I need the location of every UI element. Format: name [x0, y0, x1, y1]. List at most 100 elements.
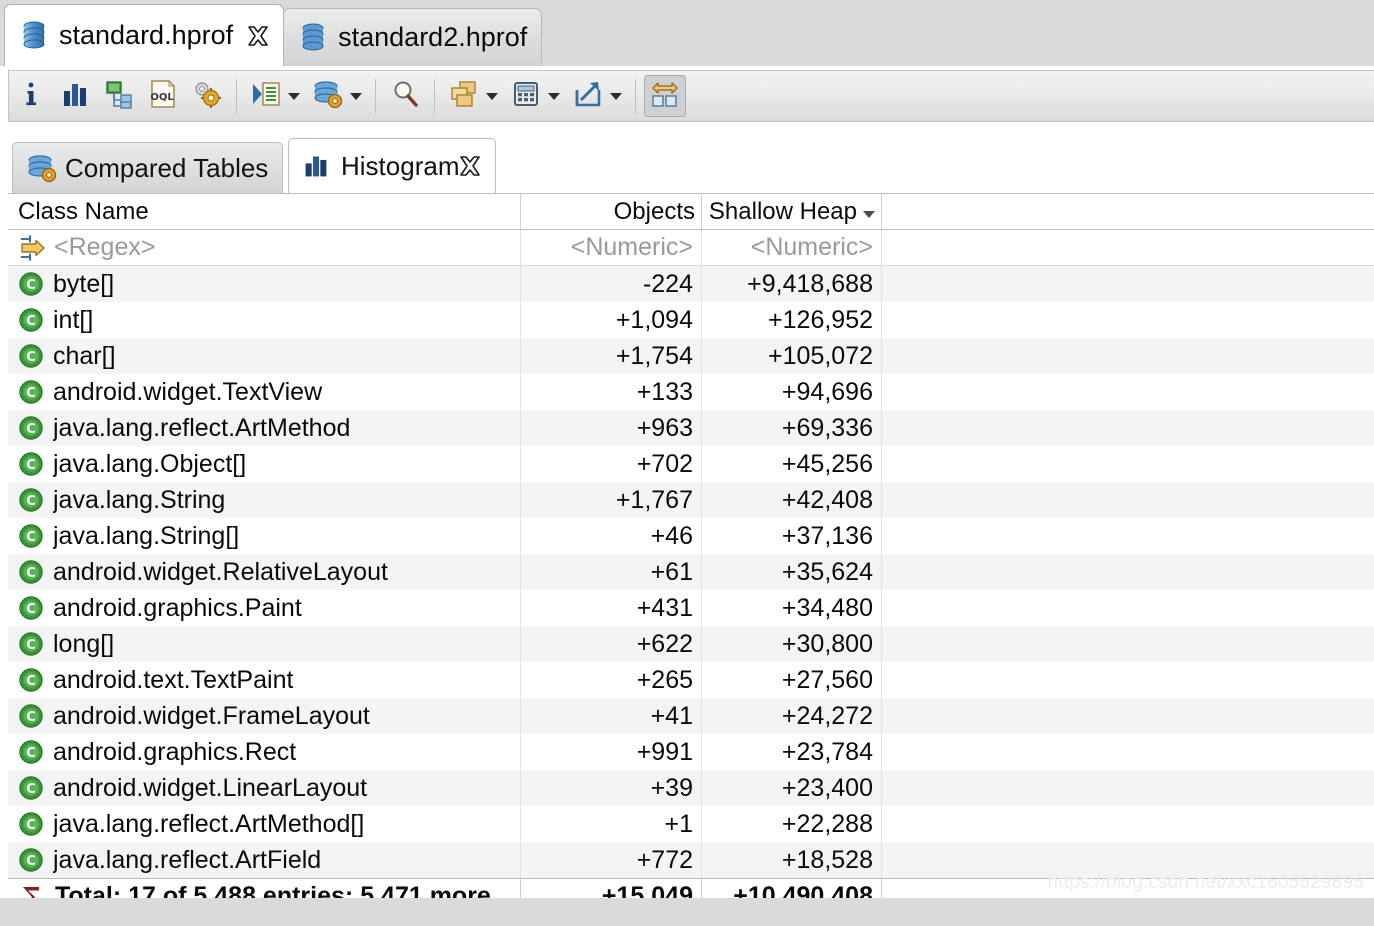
group-by-icon [449, 79, 479, 114]
cell-class-name: Candroid.graphics.Rect [8, 734, 521, 770]
cell-class-name: Candroid.widget.RelativeLayout [8, 554, 521, 590]
column-header-shallow-heap[interactable]: Shallow Heap [702, 194, 882, 229]
table-row[interactable]: Candroid.graphics.Rect +991 +23,784 [8, 734, 1374, 770]
table-row[interactable]: Cjava.lang.reflect.ArtMethod +963 +69,336 [8, 410, 1374, 446]
class-name-label: java.lang.String[] [53, 521, 240, 550]
table-row[interactable]: Cchar[] +1,754 +105,072 [8, 338, 1374, 374]
histogram-table: Class Name Objects Shallow Heap <Regex> … [8, 193, 1374, 926]
cell-spacer [882, 662, 1374, 698]
heap-dump-actions-dropdown-arrow[interactable] [348, 75, 364, 117]
svg-text:C: C [26, 458, 36, 473]
cell-spacer [882, 734, 1374, 770]
editor-tab-strip: standard.hprof standard2.hprof [4, 4, 543, 66]
compare-tables-button[interactable] [644, 75, 686, 117]
cell-spacer [882, 302, 1374, 338]
cell-shallow-heap: +42,408 [702, 482, 882, 518]
cell-class-name: Candroid.widget.FrameLayout [8, 698, 521, 734]
class-name-label: long[] [53, 629, 115, 658]
calculator-button[interactable] [505, 75, 547, 117]
class-name-label: android.widget.FrameLayout [53, 701, 370, 730]
class-name-label: java.lang.Object[] [53, 449, 247, 478]
close-icon[interactable] [459, 155, 481, 177]
column-header-spacer [882, 194, 1374, 229]
tab-label: Histogram [341, 150, 460, 181]
cell-class-name: Cint[] [8, 302, 521, 338]
cell-objects: +61 [521, 554, 702, 590]
search-icon [390, 79, 420, 114]
open-query-browser-button[interactable] [245, 75, 287, 117]
bottom-strip [0, 898, 1374, 926]
find-button[interactable] [384, 75, 426, 117]
table-row[interactable]: Candroid.widget.LinearLayout +39 +23,400 [8, 770, 1374, 806]
cell-objects: +39 [521, 770, 702, 806]
class-name-label: java.lang.reflect.ArtField [53, 845, 322, 874]
table-row[interactable]: Candroid.widget.FrameLayout +41 +24,272 [8, 698, 1374, 734]
svg-text:C: C [26, 782, 36, 797]
cell-spacer [882, 410, 1374, 446]
cell-shallow-heap: +24,272 [702, 698, 882, 734]
table-row[interactable]: Cint[] +1,094 +126,952 [8, 302, 1374, 338]
export-button[interactable] [567, 75, 609, 117]
tab-histogram[interactable]: Histogram [288, 138, 497, 193]
table-row[interactable]: Cjava.lang.String +1,767 +42,408 [8, 482, 1374, 518]
editor-tab-standard-hprof[interactable]: standard.hprof [4, 4, 285, 66]
table-row[interactable]: Candroid.widget.TextView +133 +94,696 [8, 374, 1374, 410]
svg-text:C: C [26, 710, 36, 725]
cell-objects: +772 [521, 842, 702, 878]
table-row[interactable]: Cjava.lang.reflect.ArtMethod[] +1 +22,288 [8, 806, 1374, 842]
heap-dump-actions-button[interactable] [307, 75, 349, 117]
oql-icon: OQL [148, 79, 178, 114]
cell-spacer [882, 554, 1374, 590]
cell-spacer [882, 518, 1374, 554]
group-by-dropdown-arrow[interactable] [484, 75, 500, 117]
query-browser-dropdown-arrow[interactable] [286, 75, 302, 117]
column-header-objects[interactable]: Objects [521, 194, 702, 229]
table-row[interactable]: Clong[] +622 +30,800 [8, 626, 1374, 662]
cell-class-name: Cchar[] [8, 338, 521, 374]
svg-text:C: C [26, 422, 36, 437]
table-rows: Cbyte[] -224 +9,418,688 Cint[] +1,094 +126,95… [8, 266, 1374, 878]
class-icon: C [18, 847, 44, 873]
filter-cell-objects[interactable]: <Numeric> [521, 230, 702, 265]
dominator-tree-icon [104, 79, 134, 114]
svg-text:C: C [26, 818, 36, 833]
cell-shallow-heap: +94,696 [702, 374, 882, 410]
overview-info-button[interactable] [10, 75, 52, 117]
class-icon: C [18, 451, 44, 477]
cell-class-name: Cbyte[] [8, 266, 521, 302]
table-filter-row[interactable]: <Regex> <Numeric> <Numeric> [8, 230, 1374, 266]
heap-dump-icon [21, 21, 47, 51]
table-row[interactable]: Candroid.text.TextPaint +265 +27,560 [8, 662, 1374, 698]
table-row[interactable]: Cbyte[] -224 +9,418,688 [8, 266, 1374, 302]
toolbar-separator [236, 79, 237, 113]
calculator-dropdown-arrow[interactable] [546, 75, 562, 117]
dominator-tree-button[interactable] [98, 75, 140, 117]
table-row[interactable]: Cjava.lang.String[] +46 +37,136 [8, 518, 1374, 554]
cell-shallow-heap: +45,256 [702, 446, 882, 482]
cell-spacer [882, 626, 1374, 662]
cell-class-name: Candroid.graphics.Paint [8, 590, 521, 626]
oql-button[interactable]: OQL [142, 75, 184, 117]
filter-cell-class-name[interactable]: <Regex> [8, 230, 521, 265]
column-header-class-name[interactable]: Class Name [8, 194, 521, 229]
table-row[interactable]: Cjava.lang.Object[] +702 +45,256 [8, 446, 1374, 482]
run-expert-system-button[interactable] [186, 75, 228, 117]
filter-cell-shallow-heap[interactable]: <Numeric> [702, 230, 882, 265]
cell-objects: +1,094 [521, 302, 702, 338]
editor-tab-standard2-hprof[interactable]: standard2.hprof [283, 8, 543, 66]
group-by-button[interactable] [443, 75, 485, 117]
histogram-icon [303, 153, 329, 179]
tab-compared-tables[interactable]: Compared Tables [12, 142, 284, 193]
cell-objects: +1 [521, 806, 702, 842]
cell-class-name: Cjava.lang.String [8, 482, 521, 518]
table-row[interactable]: Candroid.widget.RelativeLayout +61 +35,624 [8, 554, 1374, 590]
table-row[interactable]: Candroid.graphics.Paint +431 +34,480 [8, 590, 1374, 626]
export-dropdown-arrow[interactable] [608, 75, 624, 117]
class-icon: C [18, 271, 44, 297]
filter-placeholder-class-name: <Regex> [54, 233, 156, 261]
close-icon[interactable] [247, 25, 269, 47]
cell-class-name: Cjava.lang.reflect.ArtMethod[] [8, 806, 521, 842]
class-name-label: java.lang.String [53, 485, 226, 514]
histogram-button[interactable] [54, 75, 96, 117]
svg-text:C: C [26, 386, 36, 401]
